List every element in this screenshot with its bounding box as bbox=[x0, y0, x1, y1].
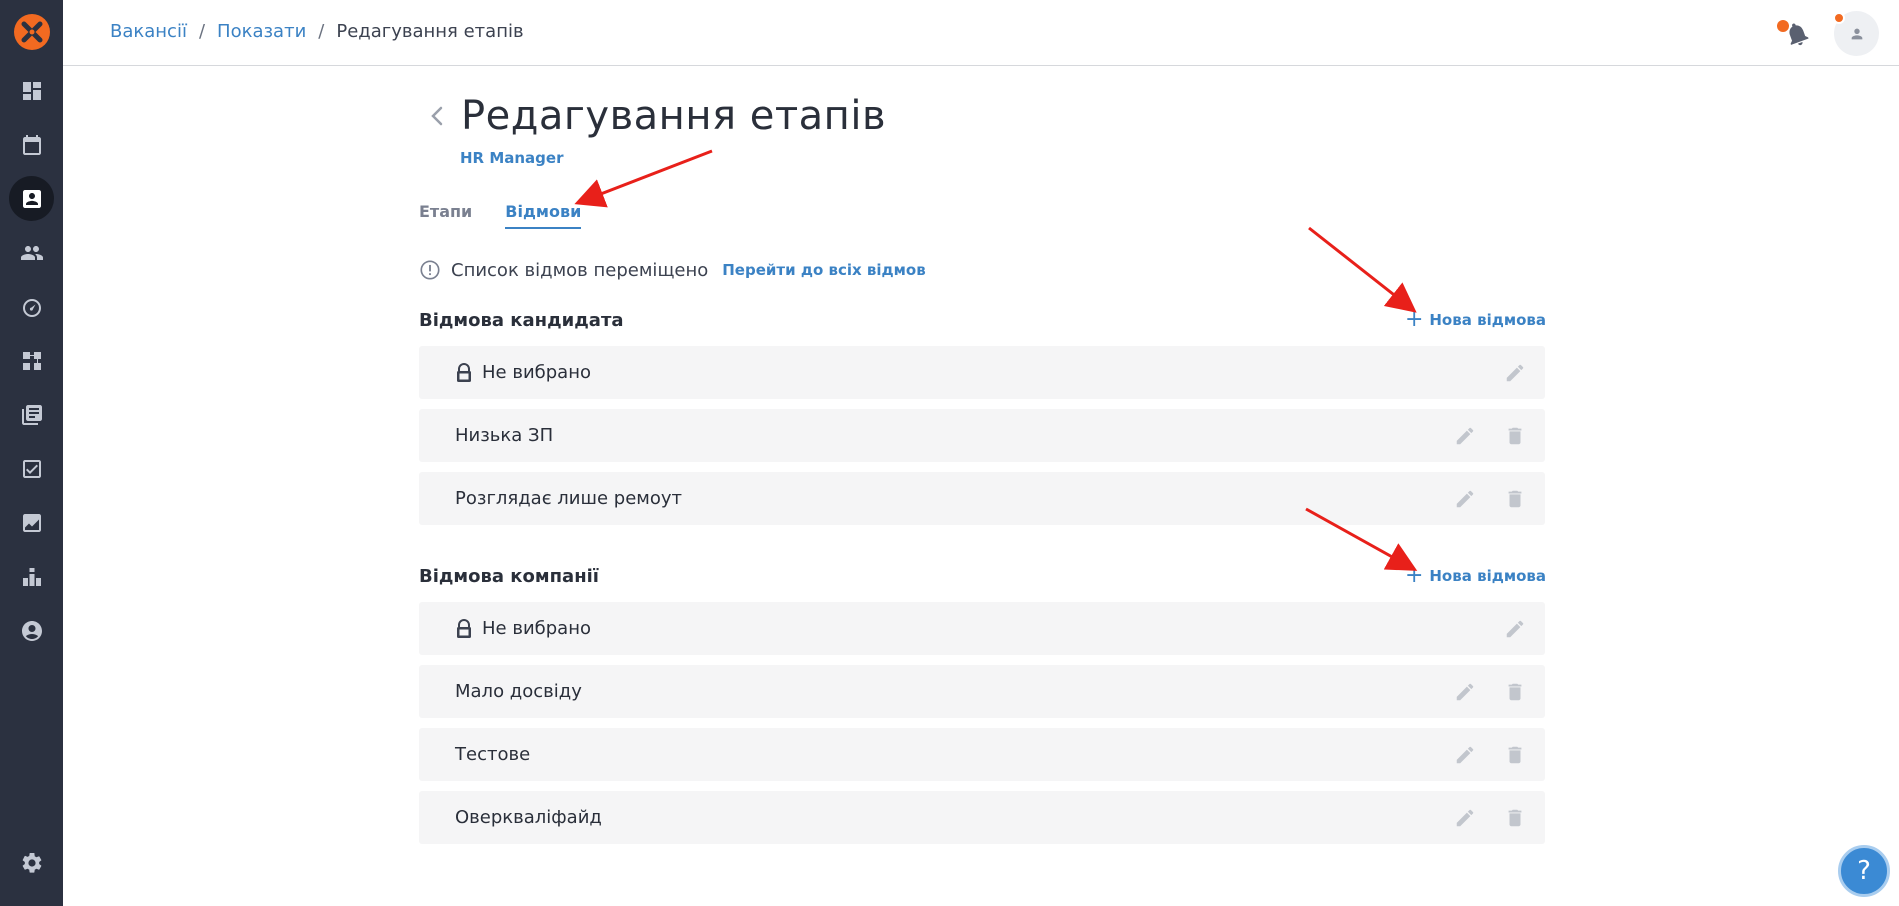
row-label: Низька ЗП bbox=[455, 425, 554, 446]
pencil-icon bbox=[1456, 683, 1474, 701]
edit-button[interactable] bbox=[1504, 362, 1526, 384]
brand-logo[interactable] bbox=[14, 14, 50, 50]
section-title-candidate-rejection: Відмова кандидата bbox=[419, 310, 624, 331]
tasks-icon bbox=[22, 459, 41, 478]
breadcrumb-separator: / bbox=[318, 21, 325, 42]
list-item: Тестове bbox=[419, 728, 1545, 781]
edit-button[interactable] bbox=[1504, 618, 1526, 640]
moved-notice: Список відмов переміщено Перейти до всіх… bbox=[419, 259, 926, 281]
nav-vacancies[interactable] bbox=[9, 176, 54, 221]
profile-icon bbox=[21, 620, 42, 641]
notice-text: Список відмов переміщено bbox=[451, 259, 709, 281]
new-rejection-label: Нова відмова bbox=[1429, 567, 1546, 585]
gear-icon bbox=[22, 852, 41, 873]
row-label: Мало досвіду bbox=[455, 681, 582, 702]
speedometer-icon bbox=[22, 298, 41, 317]
edit-button[interactable] bbox=[1454, 681, 1476, 703]
nav-library[interactable] bbox=[9, 392, 54, 437]
delete-button[interactable] bbox=[1504, 681, 1526, 703]
candidates-icon bbox=[20, 245, 43, 260]
trash-icon bbox=[1508, 490, 1522, 508]
vacancy-subtitle-link[interactable]: HR Manager bbox=[460, 149, 563, 167]
library-icon bbox=[21, 404, 42, 425]
row-label: Не вибрано bbox=[482, 618, 591, 639]
pencil-icon bbox=[1506, 620, 1524, 638]
list-item: Не вибрано bbox=[419, 346, 1545, 399]
lock-icon bbox=[457, 619, 471, 638]
nav-candidates[interactable] bbox=[9, 230, 54, 275]
edit-button[interactable] bbox=[1454, 807, 1476, 829]
nav-settings[interactable] bbox=[9, 840, 54, 885]
list-item: Оверкваліфайд bbox=[419, 791, 1545, 844]
trash-icon bbox=[1508, 427, 1522, 445]
row-label: Розглядає лише ремоут bbox=[455, 488, 683, 509]
sidebar bbox=[0, 0, 63, 906]
annotation-arrow bbox=[574, 149, 713, 208]
nav-dashboard[interactable] bbox=[9, 68, 54, 113]
dashboard-icon bbox=[22, 81, 41, 100]
delete-button[interactable] bbox=[1504, 744, 1526, 766]
logo-mark-icon bbox=[21, 21, 43, 43]
integrations-icon bbox=[22, 567, 41, 586]
tabs: Етапи Відмови bbox=[419, 202, 582, 229]
trash-icon bbox=[1508, 683, 1522, 701]
breadcrumb-current: Редагування етапів bbox=[336, 21, 524, 42]
delete-button[interactable] bbox=[1504, 425, 1526, 447]
nav-profile[interactable] bbox=[9, 608, 54, 653]
new-rejection-button[interactable]: + Нова відмова bbox=[1405, 309, 1546, 331]
list-item: Розглядає лише ремоут bbox=[419, 472, 1545, 525]
pencil-icon bbox=[1456, 746, 1474, 764]
help-button[interactable]: ? bbox=[1838, 845, 1890, 897]
pencil-icon bbox=[1506, 364, 1524, 382]
breadcrumb-separator: / bbox=[198, 21, 206, 42]
edit-button[interactable] bbox=[1454, 425, 1476, 447]
delete-button[interactable] bbox=[1504, 488, 1526, 510]
row-label: Тестове bbox=[455, 744, 531, 765]
info-alert-icon bbox=[420, 260, 440, 280]
trash-icon bbox=[1508, 809, 1522, 827]
pencil-icon bbox=[1456, 427, 1474, 445]
all-rejections-link[interactable]: Перейти до всіх відмов bbox=[722, 261, 925, 279]
vacancies-icon bbox=[22, 189, 41, 208]
trash-icon bbox=[1508, 746, 1522, 764]
plus-icon: + bbox=[1404, 307, 1424, 332]
nav-tasks[interactable] bbox=[9, 446, 54, 491]
calendar-icon bbox=[22, 134, 41, 155]
tab-rejections[interactable]: Відмови bbox=[505, 202, 582, 229]
row-label: Оверкваліфайд bbox=[455, 807, 602, 828]
list-item: Низька ЗП bbox=[419, 409, 1545, 462]
lock-icon bbox=[457, 363, 471, 382]
page-title: Редагування етапів bbox=[461, 93, 887, 139]
user-icon bbox=[1851, 28, 1862, 39]
breadcrumb: Вакансії / Показати / Редагування етапів bbox=[110, 21, 524, 42]
workflow-icon bbox=[22, 351, 41, 370]
tab-stages[interactable]: Етапи bbox=[419, 202, 472, 229]
pencil-icon bbox=[1456, 809, 1474, 827]
edit-button[interactable] bbox=[1454, 488, 1476, 510]
list-item: Не вибрано bbox=[419, 602, 1545, 655]
new-rejection-label: Нова відмова bbox=[1429, 311, 1546, 329]
breadcrumb-vacancies[interactable]: Вакансії bbox=[110, 21, 187, 42]
new-rejection-button[interactable]: + Нова відмова bbox=[1405, 565, 1546, 587]
top-header: Вакансії / Показати / Редагування етапів bbox=[63, 0, 1899, 66]
nav-calendar[interactable] bbox=[9, 122, 54, 167]
plus-icon: + bbox=[1404, 563, 1424, 588]
nav-speed[interactable] bbox=[9, 284, 54, 329]
breadcrumb-show[interactable]: Показати bbox=[217, 21, 306, 42]
annotation-arrow bbox=[1308, 226, 1417, 313]
row-label: Не вибрано bbox=[482, 362, 591, 383]
nav-workflow[interactable] bbox=[9, 338, 54, 383]
analytics-icon bbox=[22, 513, 41, 532]
pencil-icon bbox=[1456, 490, 1474, 508]
avatar-status-badge bbox=[1833, 12, 1845, 24]
nav-analytics[interactable] bbox=[9, 500, 54, 545]
section-title-company-rejection: Відмова компанії bbox=[419, 566, 599, 587]
nav-integrations[interactable] bbox=[9, 554, 54, 599]
edit-button[interactable] bbox=[1454, 744, 1476, 766]
delete-button[interactable] bbox=[1504, 807, 1526, 829]
notification-badge bbox=[1777, 20, 1789, 32]
back-chevron-icon[interactable] bbox=[427, 104, 447, 128]
list-item: Мало досвіду bbox=[419, 665, 1545, 718]
